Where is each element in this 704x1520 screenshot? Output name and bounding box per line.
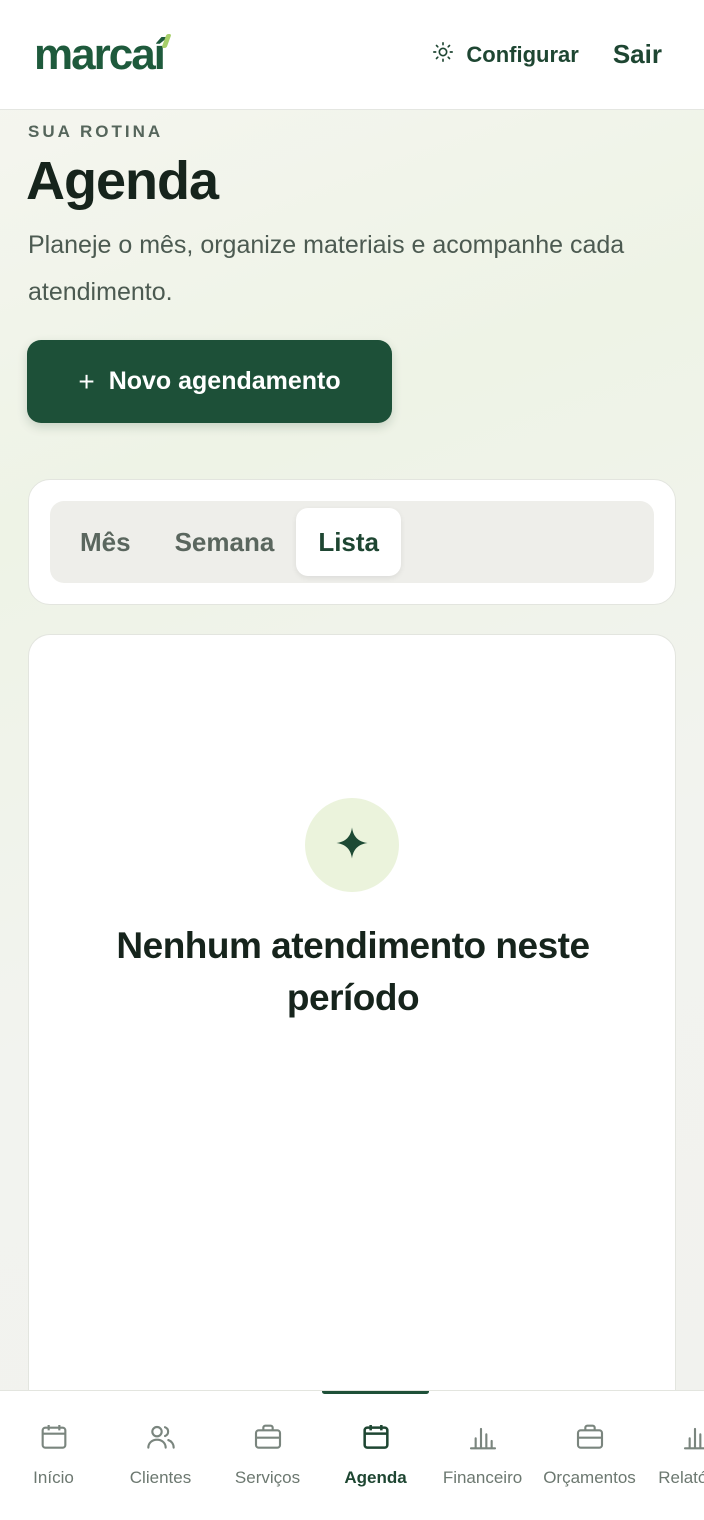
- active-tab-indicator: [322, 1391, 429, 1394]
- empty-state-badge: [305, 798, 399, 892]
- configure-button[interactable]: Configurar: [432, 41, 579, 69]
- nav-item-clientes[interactable]: Clientes: [107, 1421, 214, 1488]
- nav-label: Orçamentos: [543, 1468, 636, 1487]
- bottom-navigation: Início Clientes Serviços Agenda Financei…: [0, 1390, 704, 1520]
- logo-main: marca: [34, 29, 156, 79]
- new-appointment-label: Novo agendamento: [108, 367, 341, 395]
- nav-item-agenda[interactable]: Agenda: [322, 1421, 429, 1488]
- briefcase-icon: [574, 1421, 606, 1458]
- users-icon: [145, 1421, 177, 1458]
- new-appointment-button[interactable]: + Novo agendamento: [27, 340, 392, 423]
- brand-logo[interactable]: marcaí: [34, 29, 166, 80]
- sparkle-icon: [335, 826, 369, 865]
- calendar-icon: [360, 1421, 392, 1458]
- view-switcher-card: Mês Semana Lista: [28, 479, 676, 605]
- briefcase-icon: [252, 1421, 284, 1458]
- nav-label: Serviços: [234, 1468, 301, 1487]
- page-title: Agenda: [26, 151, 219, 211]
- calendar-icon: [38, 1421, 70, 1458]
- nav-item-orcamentos[interactable]: Orçamentos: [536, 1421, 643, 1488]
- nav-item-servicos[interactable]: Serviços: [214, 1421, 321, 1488]
- bar-chart-icon: [467, 1421, 499, 1458]
- plus-icon: +: [78, 365, 95, 397]
- section-eyebrow: SUA ROTINA: [28, 122, 164, 141]
- view-tabs: Mês Semana Lista: [50, 501, 654, 583]
- tab-week[interactable]: Semana: [153, 508, 297, 576]
- nav-item-relatorios[interactable]: Relatórios: [643, 1421, 704, 1488]
- nav-label: Agenda: [344, 1468, 407, 1487]
- tab-month[interactable]: Mês: [58, 508, 153, 576]
- logo-accent: í: [153, 29, 166, 79]
- bar-chart-icon: [681, 1421, 704, 1458]
- nav-label: Início: [33, 1468, 74, 1487]
- header-actions: Configurar Sair: [432, 39, 662, 70]
- tab-list[interactable]: Lista: [296, 508, 401, 576]
- nav-label: Relatórios: [658, 1468, 704, 1487]
- nav-label: Clientes: [129, 1468, 192, 1487]
- nav-item-inicio[interactable]: Início: [0, 1421, 107, 1488]
- appointments-list-card: Nenhum atendimento neste período: [28, 634, 676, 1394]
- logout-button[interactable]: Sair: [613, 39, 662, 70]
- page-description: Planeje o mês, organize materiais e acom…: [28, 231, 625, 306]
- nav-item-financeiro[interactable]: Financeiro: [429, 1421, 536, 1488]
- top-app-bar: marcaí Configurar Sair: [0, 0, 704, 110]
- nav-label: Financeiro: [442, 1468, 523, 1487]
- configure-label: Configurar: [466, 41, 579, 67]
- sun-icon: [432, 41, 454, 69]
- empty-state-title: Nenhum atendimento neste período: [116, 925, 590, 1018]
